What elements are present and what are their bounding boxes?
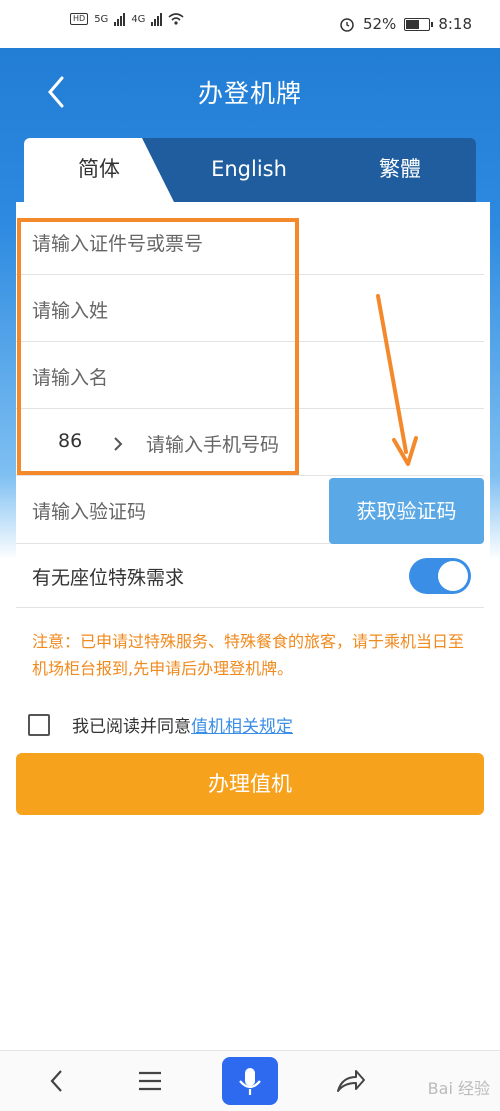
network-5g-label: 5G [94, 13, 109, 25]
seat-request-label: 有无座位特殊需求 [32, 567, 185, 589]
title-bar: 办登机牌 [0, 48, 500, 136]
status-right: 52% 8:18 [339, 15, 472, 33]
hd-badge: HD [70, 13, 89, 25]
network-4g-label: 4G [131, 13, 146, 25]
battery-percent: 52% [362, 15, 397, 33]
agreement-link[interactable]: 值机相关规定 [191, 712, 293, 737]
agreement-checkbox[interactable] [28, 713, 50, 736]
page-title: 办登机牌 [197, 79, 302, 108]
microphone-icon [239, 1068, 261, 1095]
voice-search-button[interactable] [222, 1057, 278, 1105]
language-tabs: 简体 English 繁體 [24, 138, 476, 202]
code-placeholder: 请输入验证码 [32, 501, 147, 523]
notice-text: 注意：已申请过特殊服务、特殊餐食的旅客，请于乘机当日至机场柜台报到,先申请后办理… [32, 632, 465, 678]
clock: 8:18 [438, 15, 472, 33]
tab-traditional[interactable]: 繁體 [324, 138, 476, 202]
seat-request-toggle[interactable] [409, 558, 471, 594]
toggle-knob [438, 561, 468, 591]
menu-icon [139, 1071, 161, 1091]
browser-back-button[interactable] [38, 1061, 78, 1101]
get-code-button[interactable]: 获取验证码 [329, 478, 484, 544]
arrow-annotation-icon [376, 294, 418, 466]
verification-code-field[interactable]: 请输入验证码 [16, 475, 340, 544]
back-arrow-icon [50, 1070, 62, 1092]
menu-button[interactable] [130, 1061, 170, 1101]
signal-icon [114, 12, 126, 26]
tab-simplified[interactable]: 简体 [24, 138, 174, 202]
tab-english[interactable]: English [174, 138, 324, 202]
agreement-prefix: 我已阅读并同意 [72, 717, 191, 737]
browser-bottom-bar: Bai 经验 [0, 1050, 500, 1111]
wifi-icon [168, 13, 184, 25]
checkin-submit-button[interactable]: 办理值机 [16, 753, 484, 815]
battery-icon [404, 17, 434, 31]
share-icon [337, 1070, 365, 1092]
status-bar: HD 5G 4G 52% 8:18 [0, 0, 500, 48]
network-indicators: HD 5G 4G [70, 12, 184, 26]
signal-icon-2 [151, 12, 163, 26]
watermark: Bai 经验 [427, 1079, 490, 1098]
alarm-icon [340, 18, 354, 32]
agreement-row: 我已阅读并同意 值机相关规定 [28, 712, 293, 737]
highlight-box [17, 218, 299, 475]
share-button[interactable] [330, 1061, 370, 1101]
